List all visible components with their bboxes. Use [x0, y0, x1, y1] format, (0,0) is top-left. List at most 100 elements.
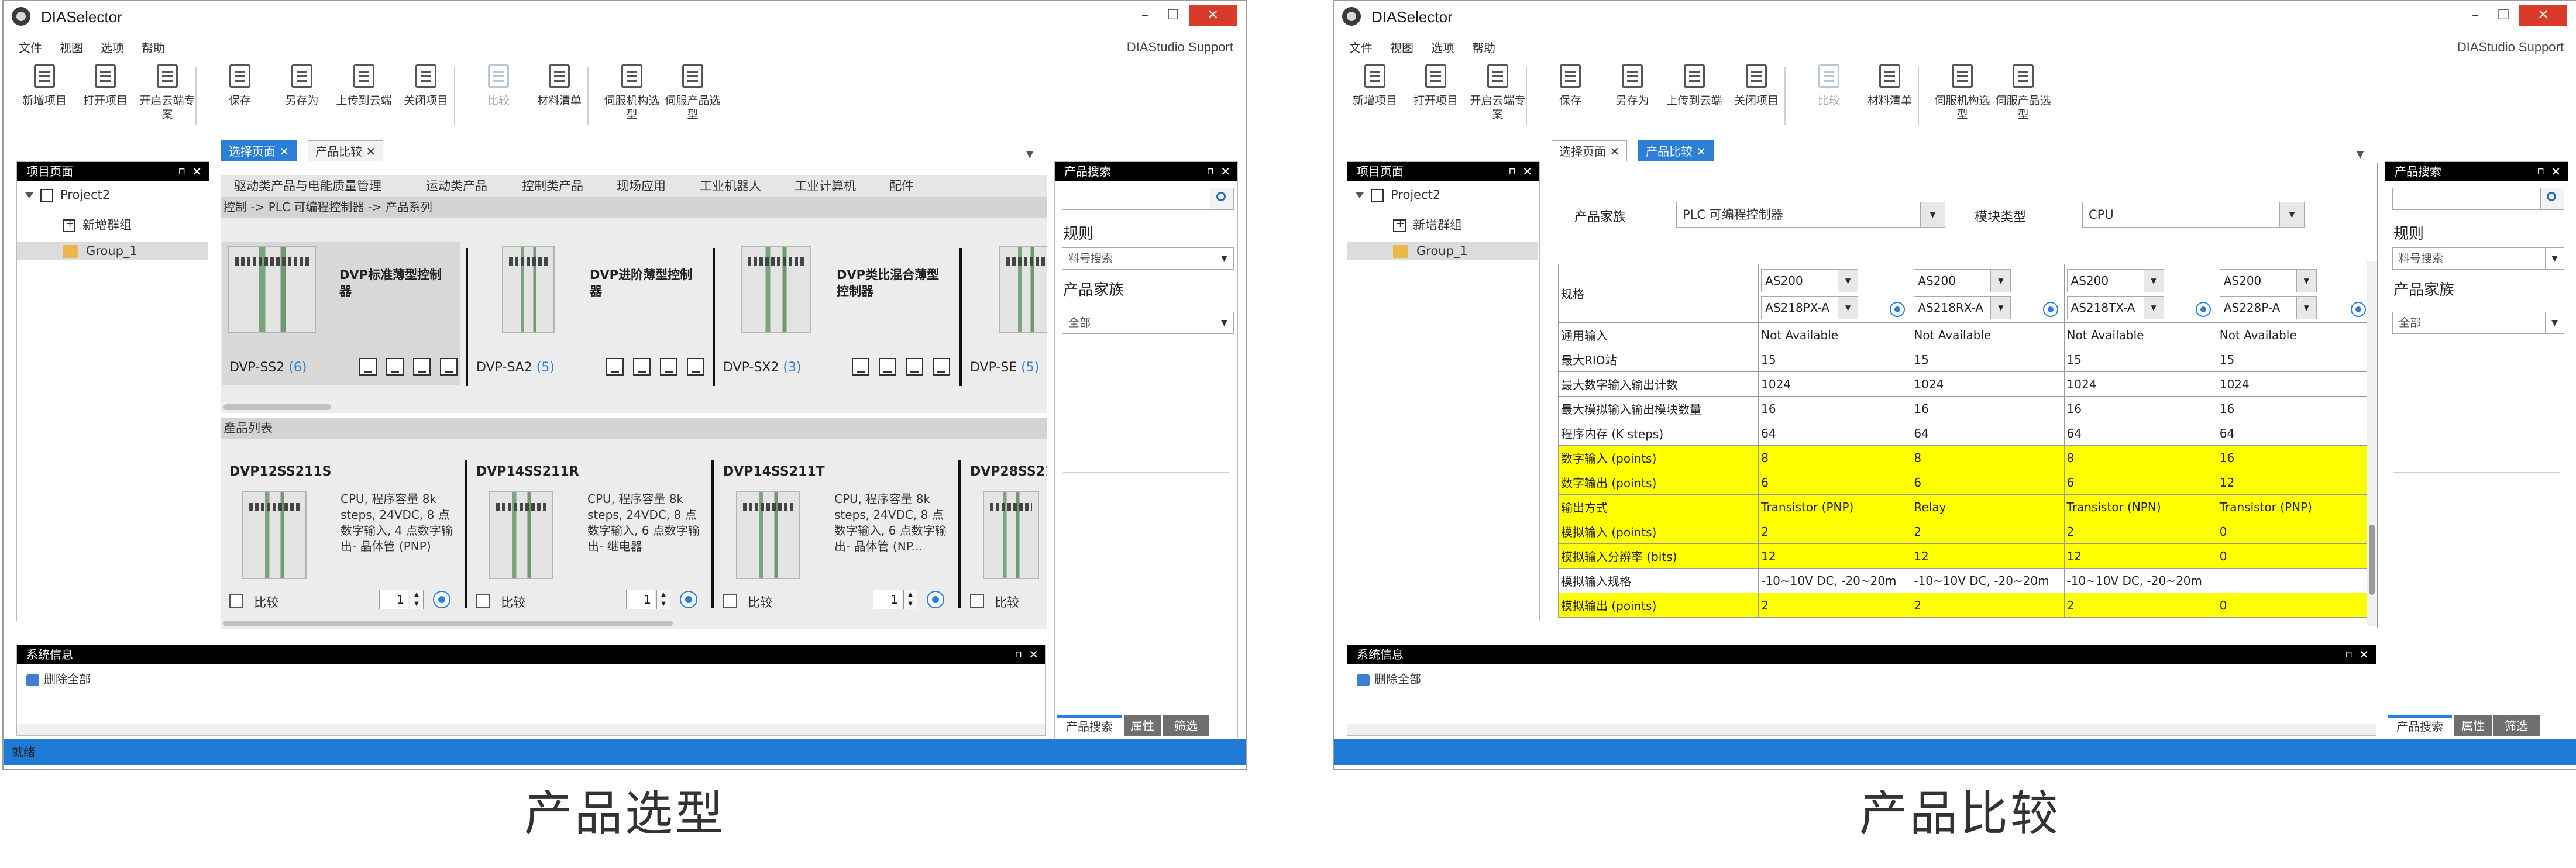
servo-mechanism-button[interactable]: 伺服机构选型 [1932, 64, 1993, 122]
manual-icon[interactable] [933, 358, 950, 376]
list-item[interactable]: DVP28SS21 比较 [962, 455, 1047, 611]
quantity-stepper[interactable]: ▲ ▼ [656, 590, 670, 609]
family-select[interactable]: 全部 ▼ [2392, 312, 2564, 334]
pin-icon[interactable]: ⊓ [2345, 645, 2353, 664]
save-button[interactable]: 保存 [1540, 64, 1601, 108]
save-button[interactable]: 保存 [209, 64, 270, 108]
module-type-select[interactable]: CPU ▼ [2082, 202, 2305, 228]
series-select[interactable]: AS200 ▼ [2066, 268, 2164, 292]
download-icon[interactable] [879, 358, 896, 376]
series-select[interactable]: AS200 ▼ [1761, 268, 1859, 292]
close-window-button[interactable]: ✕ [2519, 5, 2567, 26]
compare-checkbox[interactable] [723, 594, 737, 608]
tab-filter[interactable]: 筛选 [2493, 715, 2540, 736]
scroll-thumb[interactable] [223, 404, 331, 410]
tree-project[interactable]: Project2 [25, 188, 110, 202]
category-accessory[interactable]: 配件 [889, 175, 914, 197]
maximize-button[interactable]: ☐ [1160, 5, 1186, 26]
select-radio[interactable] [1890, 301, 1906, 317]
close-icon[interactable]: ✕ [1029, 645, 1038, 664]
menu-view[interactable]: 视图 [1390, 39, 1413, 55]
close-tab-icon[interactable]: ✕ [1609, 144, 1619, 159]
series-title[interactable]: DVP进阶薄型控制器 [590, 267, 704, 299]
pin-icon[interactable]: ⊓ [1015, 645, 1022, 664]
select-radio[interactable] [2195, 301, 2211, 317]
series-name[interactable]: DVP-SX2 (3) [723, 360, 802, 375]
select-radio[interactable] [680, 591, 697, 608]
close-icon[interactable]: ✕ [1522, 162, 1532, 181]
tree-group[interactable]: Group_1 [17, 242, 208, 260]
quantity-input[interactable]: 1 [379, 590, 408, 609]
download-icon[interactable] [633, 358, 651, 376]
tab-properties[interactable]: 属性 [1124, 715, 1161, 736]
tab-properties[interactable]: 属性 [2454, 715, 2492, 736]
category-field[interactable]: 现场应用 [617, 175, 666, 197]
close-project-button[interactable]: 关闭项目 [395, 64, 456, 108]
delete-all-button[interactable]: 删除全部 [1357, 670, 1421, 687]
search-button[interactable] [1210, 188, 1233, 209]
servo-product-button[interactable]: 伺服产品选型 [662, 64, 723, 122]
series-name[interactable]: DVP-SE (5) [970, 360, 1039, 375]
product-image[interactable] [999, 246, 1047, 333]
list-item[interactable]: DVP12SS211S CPU, 程序容量 8k steps, 24VDC, 8 … [221, 455, 461, 611]
category-robot[interactable]: 工业机器人 [700, 175, 761, 197]
model-select[interactable]: AS218PX-A ▼ [1761, 295, 1859, 319]
quantity-input[interactable]: 1 [626, 590, 655, 609]
tree-group[interactable]: Group_1 [1347, 242, 1538, 260]
close-window-button[interactable]: ✕ [1189, 5, 1237, 26]
menu-options[interactable]: 选项 [1431, 39, 1454, 55]
select-radio[interactable] [2042, 301, 2058, 317]
series-scrollbar[interactable] [221, 401, 1047, 413]
family-select[interactable]: 全部 ▼ [1062, 312, 1234, 334]
minimize-button[interactable]: – [1131, 5, 1158, 26]
upload-cloud-button[interactable]: 上传到云端 [1664, 64, 1725, 108]
tree-project[interactable]: Project2 [1356, 188, 1440, 202]
servo-mechanism-button[interactable]: 伺服机构选型 [601, 64, 662, 122]
cad-icon[interactable] [660, 358, 677, 376]
compare-button[interactable]: 比较 [1798, 64, 1859, 108]
model-select[interactable]: AS228P-A ▼ [2219, 295, 2317, 319]
pin-icon[interactable]: ⊓ [1207, 162, 1214, 181]
rules-select[interactable]: 料号搜索 ▼ [1062, 247, 1234, 270]
open-cloud-project-button[interactable]: 开启云端专案 [137, 64, 198, 122]
search-input[interactable] [1062, 188, 1234, 210]
close-icon[interactable]: ✕ [2551, 162, 2561, 181]
quantity-stepper[interactable]: ▲ ▼ [903, 590, 917, 609]
quantity-input[interactable]: 1 [873, 590, 902, 609]
series-title[interactable]: DVP类比混合薄型控制器 [837, 267, 951, 299]
close-tab-icon[interactable]: ✕ [366, 144, 376, 159]
category-drive[interactable]: 驱动类产品与电能质量管理 [234, 175, 381, 197]
close-icon[interactable]: ✕ [1220, 162, 1230, 181]
menu-view[interactable]: 视图 [60, 39, 83, 55]
minimize-button[interactable]: – [2462, 5, 2489, 26]
menu-help[interactable]: 帮助 [142, 39, 165, 55]
pin-icon[interactable]: ⊓ [2537, 162, 2544, 181]
product-image[interactable] [741, 246, 811, 333]
series-name[interactable]: DVP-SS2 (6) [229, 360, 307, 375]
new-project-button[interactable]: 新增项目 [1344, 64, 1405, 108]
maximize-button[interactable]: ☐ [2490, 5, 2517, 26]
menu-options[interactable]: 选项 [101, 39, 124, 55]
list-scrollbar[interactable] [221, 618, 1047, 629]
category-control[interactable]: 控制类产品 [522, 175, 583, 197]
compare-button[interactable]: 比较 [468, 64, 529, 108]
close-icon[interactable]: ✕ [192, 162, 202, 181]
tab-product-compare[interactable]: 产品比较 ✕ [1638, 140, 1714, 161]
bom-button[interactable]: 材料清单 [529, 64, 590, 108]
close-tab-icon[interactable]: ✕ [279, 144, 289, 159]
series-name[interactable]: DVP-SA2 (5) [476, 360, 555, 375]
model-select[interactable]: AS218TX-A ▼ [2066, 295, 2164, 319]
tabs-dropdown-icon[interactable]: ▼ [1026, 149, 1033, 160]
scroll-thumb[interactable] [2369, 525, 2375, 595]
expand-icon[interactable] [25, 192, 33, 198]
tab-selection-page[interactable]: 选择页面 ✕ [221, 140, 297, 161]
close-tab-icon[interactable]: ✕ [1696, 144, 1706, 159]
cad-icon[interactable] [906, 358, 923, 376]
family-select[interactable]: PLC 可编程控制器 ▼ [1676, 202, 1945, 228]
tree-add-group[interactable]: 新增群组 [1393, 216, 1462, 233]
manual-icon[interactable] [687, 358, 704, 376]
tab-product-compare[interactable]: 产品比较 ✕ [308, 140, 384, 161]
scroll-thumb[interactable] [223, 621, 673, 626]
support-link[interactable]: DIAStudio Support [2457, 40, 2564, 55]
compare-checkbox[interactable] [476, 594, 490, 608]
